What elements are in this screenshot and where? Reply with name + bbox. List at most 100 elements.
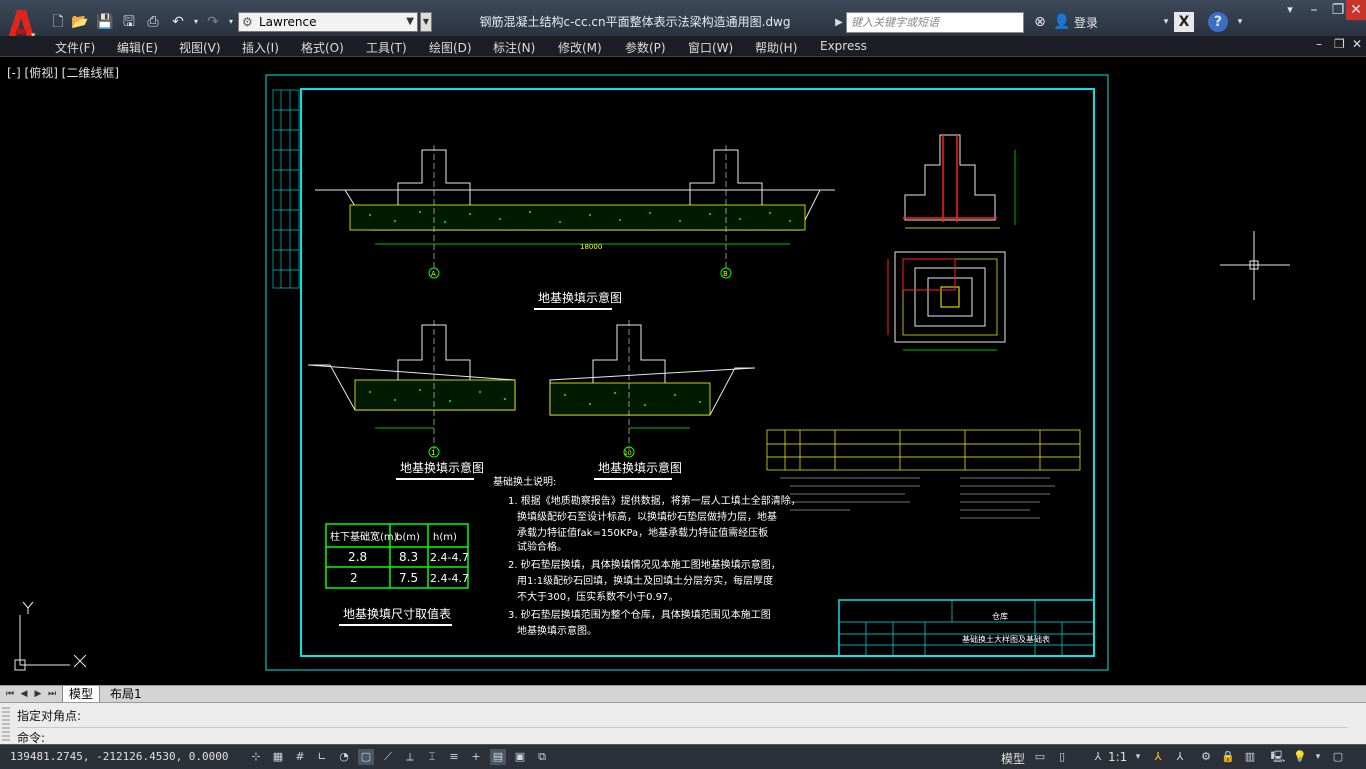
- menu-edit[interactable]: 编辑(E): [117, 39, 158, 56]
- command-grip-handle[interactable]: [2, 707, 10, 741]
- section-main: 18000 A B 地基换填示意图: [315, 145, 835, 310]
- note-line: 承载力特征值fak=150KPa，地基承载力特征值需经压板: [517, 526, 768, 539]
- menu-view[interactable]: 视图(V): [179, 39, 221, 56]
- crosshair-cursor: [1220, 231, 1290, 300]
- annotation-monitor-icon[interactable]: ⧉: [534, 749, 550, 765]
- isolate-objects-icon[interactable]: 🖳: [1270, 749, 1286, 765]
- tab-layout1[interactable]: 布局1: [104, 686, 148, 702]
- section-title-2: 地基换填示意图: [400, 460, 484, 475]
- minimize-icon[interactable]: –: [1304, 0, 1324, 20]
- menu-format[interactable]: 格式(O): [301, 39, 344, 56]
- dynamic-input-icon[interactable]: ⌶: [424, 749, 440, 765]
- workspace-switch-icon[interactable]: ⚙: [1198, 749, 1214, 765]
- menu-window[interactable]: 窗口(W): [688, 39, 733, 56]
- menu-insert[interactable]: 插入(I): [242, 39, 279, 56]
- tab-model[interactable]: 模型: [62, 686, 101, 703]
- axis-label-b: B: [723, 270, 728, 278]
- prev-tab-icon[interactable]: ◀: [18, 688, 30, 700]
- annotation-visibility-icon[interactable]: ⅄: [1150, 749, 1166, 765]
- undo-icon[interactable]: ↶: [168, 12, 188, 32]
- quick-view-drawings-icon[interactable]: ▯: [1054, 749, 1070, 765]
- foundation-schedule: [766, 429, 1081, 471]
- transparency-icon[interactable]: +: [468, 749, 484, 765]
- help-icon[interactable]: ?: [1208, 12, 1228, 32]
- infer-constraints-icon[interactable]: ⊹: [248, 749, 264, 765]
- last-tab-icon[interactable]: ⏭: [46, 688, 58, 700]
- quick-access-dropdown[interactable]: ▼: [420, 12, 432, 32]
- login-button[interactable]: 登录: [1074, 14, 1098, 31]
- snap-mode-icon[interactable]: ▦: [270, 749, 286, 765]
- menu-dimension[interactable]: 标注(N): [493, 39, 535, 56]
- redo-icon[interactable]: ↷: [203, 12, 223, 32]
- lock-icon[interactable]: 🔒: [1220, 749, 1236, 765]
- next-tab-icon[interactable]: ▶: [32, 688, 44, 700]
- menu-tools[interactable]: 工具(T): [366, 39, 407, 56]
- quick-properties-icon[interactable]: ▤: [490, 749, 506, 765]
- workspace-select[interactable]: ⚙ Lawrence ▼: [238, 12, 418, 32]
- menu-express[interactable]: Express: [820, 39, 867, 53]
- table-cell: 2.8: [348, 550, 367, 564]
- ribbon-toggle-icon[interactable]: ▾: [1280, 0, 1300, 20]
- lineweight-icon[interactable]: ≡: [446, 749, 462, 765]
- section-left: 1 地基换填示意图: [307, 320, 516, 480]
- object-snap-icon[interactable]: ▢: [358, 749, 374, 765]
- title-block-name: 基础换土大样图及基础表: [962, 634, 1050, 644]
- restore-icon[interactable]: ❐: [1328, 0, 1348, 20]
- menu-draw[interactable]: 绘图(D): [429, 39, 472, 56]
- scale-dropdown-icon[interactable]: ▾: [1130, 749, 1146, 765]
- search-input[interactable]: 键入关键字或短语: [846, 12, 1024, 33]
- workspace-value: Lawrence: [259, 15, 317, 29]
- print-icon[interactable]: ⎙: [143, 12, 163, 32]
- annotation-scale-value[interactable]: 1:1: [1108, 750, 1127, 764]
- save-as-icon[interactable]: 🖫: [119, 12, 139, 32]
- table-cell: 2.4-4.7: [430, 572, 469, 585]
- axis-label-a: A: [431, 270, 436, 278]
- document-title: 钢筋混凝土结构c-cc.cn平面整体表示法梁构造通用图.dwg: [479, 15, 791, 29]
- user-icon[interactable]: 👤: [1052, 12, 1072, 32]
- close-icon[interactable]: ✕: [1346, 0, 1366, 20]
- lightbulb-icon[interactable]: 💡: [1292, 749, 1308, 765]
- table-cell: 2: [350, 571, 358, 585]
- new-file-icon[interactable]: 🗋: [48, 12, 68, 32]
- selection-cycling-icon[interactable]: ▣: [512, 749, 528, 765]
- doc-close-icon[interactable]: ✕: [1352, 37, 1362, 51]
- dynamic-ucs-icon[interactable]: ⟂: [402, 749, 418, 765]
- model-space-button[interactable]: 模型: [1001, 750, 1025, 767]
- help-dropdown-icon[interactable]: ▾: [1230, 12, 1250, 32]
- binoculars-icon[interactable]: ⊗: [1030, 12, 1050, 32]
- menu-parametric[interactable]: 参数(P): [625, 39, 666, 56]
- section-right: 10 地基换填示意图: [549, 320, 756, 480]
- note-line: 用1:1级配砂石回填，换填土及回填土分层夯实，每层厚度: [517, 574, 773, 587]
- drawing-canvas[interactable]: 18000 A B 地基换填示意图 1 地基换填示意图 10 地基换填示意图 柱…: [0, 57, 1366, 685]
- menu-help[interactable]: 帮助(H): [755, 39, 797, 56]
- binding-strip: [272, 89, 300, 289]
- object-snap-tracking-icon[interactable]: ⟋: [380, 749, 396, 765]
- ortho-mode-icon[interactable]: ∟: [314, 749, 330, 765]
- layout-tabs: ⏮ ◀ ▶ ⏭ 模型 布局1: [0, 685, 1366, 703]
- command-window: 指定对角点: 命令:: [0, 702, 1366, 745]
- clean-screen-icon[interactable]: ▢: [1330, 749, 1346, 765]
- save-icon[interactable]: 💾: [95, 12, 115, 32]
- open-folder-icon[interactable]: 📂: [70, 12, 90, 32]
- menu-modify[interactable]: 修改(M): [558, 39, 602, 56]
- gear-icon: ⚙: [242, 15, 253, 29]
- menu-file[interactable]: 文件(F): [55, 39, 95, 56]
- annotation-scale-icon[interactable]: ⅄: [1090, 749, 1106, 765]
- login-dropdown-icon[interactable]: ▾: [1156, 12, 1176, 32]
- auto-scale-icon[interactable]: ⅄: [1172, 749, 1188, 765]
- doc-restore-icon[interactable]: ❐: [1334, 37, 1345, 51]
- viewport-controls[interactable]: [-] [俯视] [二维线框]: [7, 64, 119, 81]
- notes-title: 基础换土说明:: [493, 475, 556, 488]
- hardware-acceleration-icon[interactable]: ▥: [1242, 749, 1258, 765]
- grid-display-icon[interactable]: #: [292, 749, 308, 765]
- exchange-icon[interactable]: X: [1174, 12, 1194, 32]
- quick-view-layouts-icon[interactable]: ▭: [1032, 749, 1048, 765]
- command-history: 指定对角点:: [17, 709, 82, 723]
- status-bar: 139481.2745, -212126.4530, 0.0000 ⊹ ▦ # …: [0, 744, 1366, 769]
- status-menu-icon[interactable]: ▾: [1310, 749, 1326, 765]
- polar-tracking-icon[interactable]: ◔: [336, 749, 352, 765]
- doc-minimize-icon[interactable]: –: [1316, 37, 1322, 51]
- search-expand-icon[interactable]: ▶: [832, 12, 846, 33]
- title-bar: ▾ 🗋 📂 💾 🖫 ⎙ ↶ ▾ ↷ ▾ ⚙ Lawrence ▼ ▼ 钢筋混凝土…: [0, 0, 1366, 44]
- first-tab-icon[interactable]: ⏮: [4, 688, 16, 700]
